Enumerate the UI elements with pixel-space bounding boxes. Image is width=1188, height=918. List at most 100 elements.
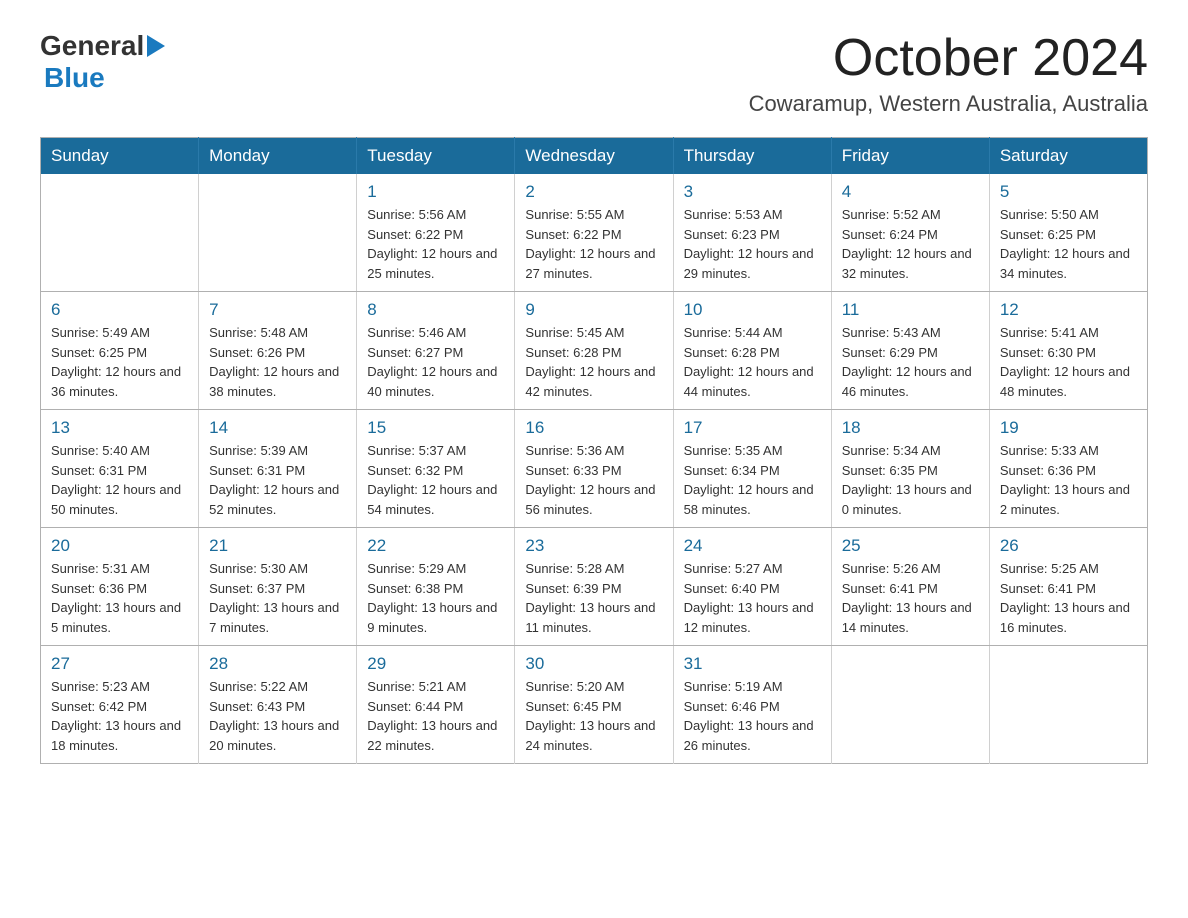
calendar-cell: 6 Sunrise: 5:49 AMSunset: 6:25 PMDaylight… (41, 292, 199, 410)
day-detail: Sunrise: 5:33 AMSunset: 6:36 PMDaylight:… (1000, 441, 1137, 519)
calendar-cell: 5 Sunrise: 5:50 AMSunset: 6:25 PMDaylight… (989, 174, 1147, 292)
day-detail: Sunrise: 5:52 AMSunset: 6:24 PMDaylight:… (842, 205, 979, 283)
day-detail: Sunrise: 5:55 AMSunset: 6:22 PMDaylight:… (525, 205, 662, 283)
week-row-2: 6 Sunrise: 5:49 AMSunset: 6:25 PMDaylight… (41, 292, 1148, 410)
day-number: 22 (367, 536, 504, 556)
day-number: 4 (842, 182, 979, 202)
calendar-cell: 14Sunrise: 5:39 AMSunset: 6:31 PMDayligh… (199, 410, 357, 528)
day-detail: Sunrise: 5:35 AMSunset: 6:34 PMDaylight:… (684, 441, 821, 519)
calendar-cell: 22Sunrise: 5:29 AMSunset: 6:38 PMDayligh… (357, 528, 515, 646)
calendar-cell (831, 646, 989, 764)
calendar-cell: 23 Sunrise: 5:28 AMSunset: 6:39 PMDayligh… (515, 528, 673, 646)
calendar-cell: 9Sunrise: 5:45 AMSunset: 6:28 PMDaylight… (515, 292, 673, 410)
logo-blue-text: Blue (44, 62, 105, 94)
day-number: 10 (684, 300, 821, 320)
day-detail: Sunrise: 5:49 AMSunset: 6:25 PMDaylight:… (51, 323, 188, 401)
day-number: 31 (684, 654, 821, 674)
weekday-header-friday: Friday (831, 138, 989, 175)
day-number: 7 (209, 300, 346, 320)
title-area: October 2024 Cowaramup, Western Australi… (749, 30, 1148, 117)
day-detail: Sunrise: 5:37 AMSunset: 6:32 PMDaylight:… (367, 441, 504, 519)
day-number: 6 (51, 300, 188, 320)
calendar-cell: 11 Sunrise: 5:43 AMSunset: 6:29 PMDayligh… (831, 292, 989, 410)
calendar-cell: 12 Sunrise: 5:41 AMSunset: 6:30 PMDayligh… (989, 292, 1147, 410)
day-detail: Sunrise: 5:30 AMSunset: 6:37 PMDaylight:… (209, 559, 346, 637)
day-number: 25 (842, 536, 979, 556)
calendar-cell: 31 Sunrise: 5:19 AMSunset: 6:46 PMDayligh… (673, 646, 831, 764)
calendar-cell: 19 Sunrise: 5:33 AMSunset: 6:36 PMDayligh… (989, 410, 1147, 528)
day-detail: Sunrise: 5:43 AMSunset: 6:29 PMDaylight:… (842, 323, 979, 401)
calendar-cell: 30Sunrise: 5:20 AMSunset: 6:45 PMDayligh… (515, 646, 673, 764)
calendar-table: SundayMondayTuesdayWednesdayThursdayFrid… (40, 137, 1148, 764)
calendar-cell: 29 Sunrise: 5:21 AMSunset: 6:44 PMDayligh… (357, 646, 515, 764)
day-number: 21 (209, 536, 346, 556)
calendar-cell: 17 Sunrise: 5:35 AMSunset: 6:34 PMDayligh… (673, 410, 831, 528)
day-number: 29 (367, 654, 504, 674)
weekday-header-saturday: Saturday (989, 138, 1147, 175)
calendar-cell: 4 Sunrise: 5:52 AMSunset: 6:24 PMDaylight… (831, 174, 989, 292)
day-detail: Sunrise: 5:23 AMSunset: 6:42 PMDaylight:… (51, 677, 188, 755)
day-detail: Sunrise: 5:28 AMSunset: 6:39 PMDaylight:… (525, 559, 662, 637)
location-title: Cowaramup, Western Australia, Australia (749, 91, 1148, 117)
calendar-cell: 2 Sunrise: 5:55 AMSunset: 6:22 PMDaylight… (515, 174, 673, 292)
day-number: 27 (51, 654, 188, 674)
day-detail: Sunrise: 5:48 AMSunset: 6:26 PMDaylight:… (209, 323, 346, 401)
day-number: 14 (209, 418, 346, 438)
day-number: 5 (1000, 182, 1137, 202)
day-number: 3 (684, 182, 821, 202)
day-detail: Sunrise: 5:50 AMSunset: 6:25 PMDaylight:… (1000, 205, 1137, 283)
day-number: 11 (842, 300, 979, 320)
day-number: 23 (525, 536, 662, 556)
weekday-header-wednesday: Wednesday (515, 138, 673, 175)
day-number: 17 (684, 418, 821, 438)
day-detail: Sunrise: 5:22 AMSunset: 6:43 PMDaylight:… (209, 677, 346, 755)
week-row-3: 13Sunrise: 5:40 AMSunset: 6:31 PMDayligh… (41, 410, 1148, 528)
weekday-header-tuesday: Tuesday (357, 138, 515, 175)
day-detail: Sunrise: 5:44 AMSunset: 6:28 PMDaylight:… (684, 323, 821, 401)
weekday-header-row: SundayMondayTuesdayWednesdayThursdayFrid… (41, 138, 1148, 175)
day-number: 28 (209, 654, 346, 674)
day-detail: Sunrise: 5:26 AMSunset: 6:41 PMDaylight:… (842, 559, 979, 637)
calendar-cell: 20Sunrise: 5:31 AMSunset: 6:36 PMDayligh… (41, 528, 199, 646)
weekday-header-sunday: Sunday (41, 138, 199, 175)
day-number: 18 (842, 418, 979, 438)
day-number: 1 (367, 182, 504, 202)
calendar-cell: 13Sunrise: 5:40 AMSunset: 6:31 PMDayligh… (41, 410, 199, 528)
logo-general-text: General (40, 30, 144, 62)
calendar-cell: 7 Sunrise: 5:48 AMSunset: 6:26 PMDaylight… (199, 292, 357, 410)
logo-triangle-icon (147, 35, 165, 57)
calendar-cell: 27 Sunrise: 5:23 AMSunset: 6:42 PMDayligh… (41, 646, 199, 764)
day-detail: Sunrise: 5:45 AMSunset: 6:28 PMDaylight:… (525, 323, 662, 401)
day-detail: Sunrise: 5:41 AMSunset: 6:30 PMDaylight:… (1000, 323, 1137, 401)
weekday-header-thursday: Thursday (673, 138, 831, 175)
calendar-cell: 1 Sunrise: 5:56 AMSunset: 6:22 PMDaylight… (357, 174, 515, 292)
calendar-cell (199, 174, 357, 292)
day-number: 13 (51, 418, 188, 438)
day-number: 2 (525, 182, 662, 202)
day-detail: Sunrise: 5:56 AMSunset: 6:22 PMDaylight:… (367, 205, 504, 283)
day-detail: Sunrise: 5:21 AMSunset: 6:44 PMDaylight:… (367, 677, 504, 755)
logo: General Blue (40, 30, 165, 94)
day-number: 19 (1000, 418, 1137, 438)
calendar-cell (41, 174, 199, 292)
calendar-cell: 8Sunrise: 5:46 AMSunset: 6:27 PMDaylight… (357, 292, 515, 410)
page-header: General Blue October 2024 Cowaramup, Wes… (40, 30, 1148, 117)
week-row-1: 1 Sunrise: 5:56 AMSunset: 6:22 PMDaylight… (41, 174, 1148, 292)
calendar-cell: 16Sunrise: 5:36 AMSunset: 6:33 PMDayligh… (515, 410, 673, 528)
day-number: 30 (525, 654, 662, 674)
week-row-4: 20Sunrise: 5:31 AMSunset: 6:36 PMDayligh… (41, 528, 1148, 646)
month-title: October 2024 (749, 30, 1148, 87)
calendar-cell: 3 Sunrise: 5:53 AMSunset: 6:23 PMDaylight… (673, 174, 831, 292)
calendar-cell (989, 646, 1147, 764)
day-detail: Sunrise: 5:53 AMSunset: 6:23 PMDaylight:… (684, 205, 821, 283)
day-number: 24 (684, 536, 821, 556)
day-number: 16 (525, 418, 662, 438)
week-row-5: 27 Sunrise: 5:23 AMSunset: 6:42 PMDayligh… (41, 646, 1148, 764)
day-detail: Sunrise: 5:31 AMSunset: 6:36 PMDaylight:… (51, 559, 188, 637)
calendar-cell: 18Sunrise: 5:34 AMSunset: 6:35 PMDayligh… (831, 410, 989, 528)
day-number: 12 (1000, 300, 1137, 320)
day-number: 26 (1000, 536, 1137, 556)
day-detail: Sunrise: 5:19 AMSunset: 6:46 PMDaylight:… (684, 677, 821, 755)
calendar-cell: 10 Sunrise: 5:44 AMSunset: 6:28 PMDayligh… (673, 292, 831, 410)
calendar-cell: 15Sunrise: 5:37 AMSunset: 6:32 PMDayligh… (357, 410, 515, 528)
